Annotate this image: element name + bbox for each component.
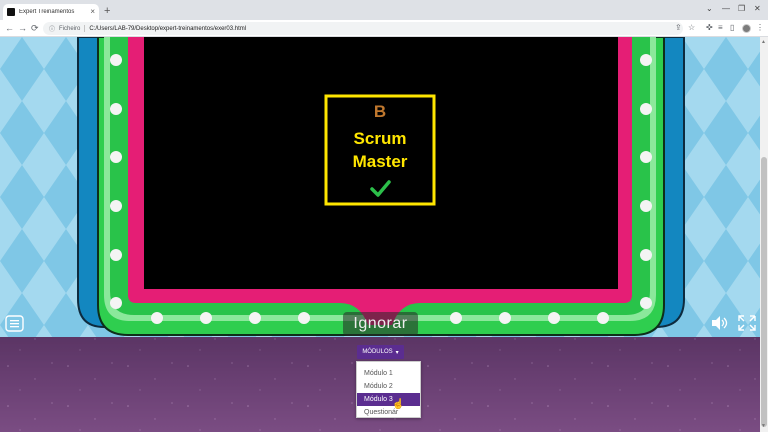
page-scrollbar[interactable]: ▲ ▼ <box>760 37 768 432</box>
game-stage: B Scrum Master Ignorar MÓDULOS ▾ Módulo … <box>0 37 760 432</box>
dropdown-item-modulo-2[interactable]: Módulo 2 <box>357 380 420 393</box>
tab-strip: Expert Treinamentos × + ⌄ — ❐ ✕ <box>0 0 768 20</box>
browser-tab[interactable]: Expert Treinamentos × <box>3 4 99 20</box>
address-scheme: Ficheiro <box>59 25 81 32</box>
favicon-icon <box>7 8 15 16</box>
address-divider <box>84 25 86 32</box>
dropdown-item-modulo-3[interactable]: Módulo 3 <box>357 393 420 406</box>
tab-title: Expert Treinamentos <box>19 9 75 15</box>
maximize-button[interactable]: ❐ <box>738 5 745 13</box>
address-url[interactable]: C:/Users/LAB-79/Desktop/expert-treinamen… <box>89 26 246 32</box>
answer-text-line-1: Scrum <box>354 129 407 148</box>
address-bar[interactable]: ⓘ Ficheiro C:/Users/LAB-79/Desktop/exper… <box>43 22 683 35</box>
share-icon[interactable]: ⇪ <box>675 23 682 33</box>
scrollbar-thumb[interactable] <box>761 157 767 427</box>
side-panel-icon[interactable]: ▯ <box>730 23 734 33</box>
extensions-icon[interactable]: ✜ <box>706 23 713 33</box>
profile-avatar[interactable] <box>742 24 751 33</box>
modules-dropdown-menu: Módulo 1 Módulo 2 Módulo 3 Questionár <box>356 361 421 418</box>
scroll-up-icon[interactable]: ▲ <box>761 39 766 45</box>
close-window-button[interactable]: ✕ <box>754 5 761 13</box>
dropdown-item-questionario[interactable]: Questionár <box>357 406 420 419</box>
reading-list-icon[interactable]: ≡ <box>718 23 723 33</box>
ignore-button[interactable]: Ignorar <box>343 312 418 336</box>
tab-close-icon[interactable]: × <box>90 8 95 16</box>
forward-button[interactable]: → <box>18 23 27 33</box>
hand-cursor-icon: ☝ <box>392 399 405 410</box>
bookmark-star-icon[interactable]: ☆ <box>688 23 695 33</box>
ignore-button-label: Ignorar <box>353 315 408 332</box>
dropdown-item-modulo-1[interactable]: Módulo 1 <box>357 367 420 380</box>
minimize-button[interactable]: — <box>722 5 730 13</box>
caret-down-icon: ▾ <box>395 349 399 356</box>
back-button[interactable]: ← <box>5 23 14 33</box>
answer-text-line-2: Master <box>353 152 408 171</box>
tab-search-icon[interactable]: ⌄ <box>706 5 713 13</box>
kebab-menu-icon[interactable]: ⋮ <box>756 23 764 33</box>
browser-window: Expert Treinamentos × + ⌄ — ❐ ✕ ← → ⟳ ⓘ … <box>0 0 768 432</box>
info-icon[interactable]: ⓘ <box>49 24 55 33</box>
scroll-down-icon[interactable]: ▼ <box>761 423 766 429</box>
new-tab-button[interactable]: + <box>104 6 110 17</box>
browser-toolbar: ← → ⟳ ⓘ Ficheiro C:/Users/LAB-79/Desktop… <box>0 20 768 37</box>
modules-dropdown-button[interactable]: MÓDULOS ▾ <box>357 345 404 359</box>
modules-dropdown-label: MÓDULOS <box>362 349 393 355</box>
reload-button[interactable]: ⟳ <box>31 23 39 33</box>
answer-letter: B <box>374 102 386 121</box>
